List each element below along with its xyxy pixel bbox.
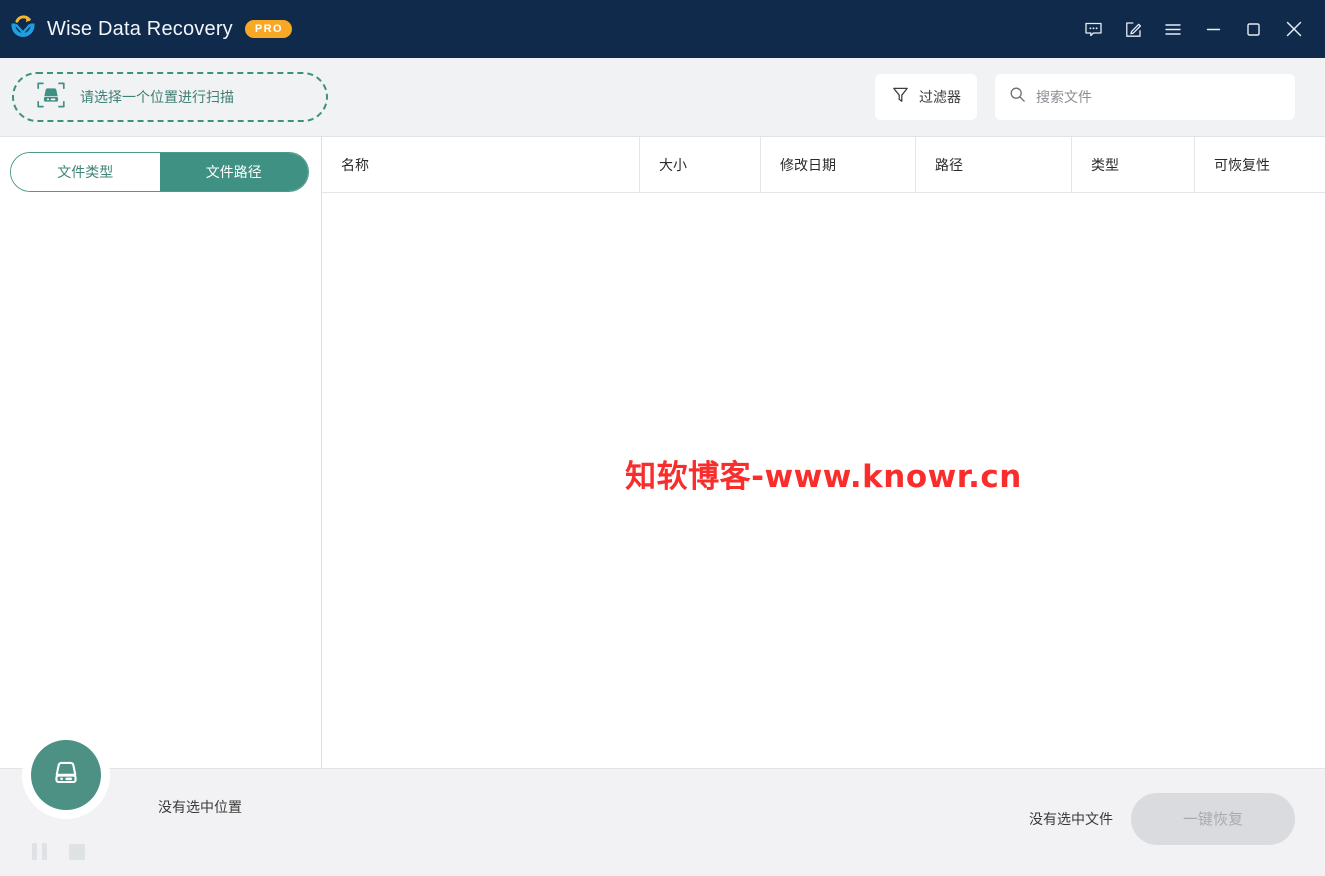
hamburger-menu-icon: [1163, 20, 1183, 39]
body-area: 文件类型 文件路径 名称 大小 修改日期 路径 类型 可恢复性 知软博客-www…: [0, 136, 1325, 768]
title-bar: Wise Data Recovery PRO: [0, 0, 1325, 58]
sidebar-tree-list[interactable]: [0, 192, 321, 768]
watermark-text: 知软博客-www.knowr.cn: [625, 459, 1022, 495]
feedback-button[interactable]: [1073, 0, 1113, 58]
tab-file-path[interactable]: 文件路径: [159, 153, 308, 191]
app-window: Wise Data Recovery PRO 请选择一个位置进行扫描 过滤器 搜…: [0, 0, 1325, 876]
scan-transport-controls: [32, 843, 85, 860]
toolbar: 请选择一个位置进行扫描 过滤器: [0, 58, 1325, 136]
minimize-button[interactable]: [1193, 0, 1233, 58]
scan-fab-wrapper: [22, 731, 110, 819]
filter-button[interactable]: 过滤器: [875, 74, 977, 120]
close-button[interactable]: [1273, 0, 1315, 58]
toolbar-right-group: 过滤器: [875, 74, 1295, 120]
table-header-row: 名称 大小 修改日期 路径 类型 可恢复性: [322, 136, 1325, 193]
chat-bubble-icon: [1084, 20, 1103, 39]
tab-file-type-label: 文件类型: [57, 164, 114, 180]
sidebar-view-toggle: 文件类型 文件路径: [10, 152, 309, 192]
search-input[interactable]: [1036, 89, 1281, 105]
funnel-icon: [891, 85, 910, 109]
footer-right-group: 没有选中文件 一键恢复: [1029, 792, 1295, 845]
column-header-recoverability[interactable]: 可恢复性: [1194, 136, 1325, 193]
drive-icon: [48, 755, 84, 796]
app-title: Wise Data Recovery: [47, 17, 233, 40]
edit-square-icon: [1124, 20, 1143, 39]
tab-file-type[interactable]: 文件类型: [11, 153, 160, 191]
file-table: 名称 大小 修改日期 路径 类型 可恢复性 知软博客-www.knowr.cn: [322, 136, 1325, 768]
maximize-square-icon: [1244, 20, 1263, 39]
tab-file-path-label: 文件路径: [205, 164, 262, 180]
file-status-text: 没有选中文件: [1029, 810, 1113, 827]
wise-logo-icon: [8, 14, 38, 44]
scan-location-label: 请选择一个位置进行扫描: [80, 89, 234, 105]
table-body: 知软博客-www.knowr.cn: [322, 193, 1325, 768]
sidebar: 文件类型 文件路径: [0, 137, 322, 768]
column-header-path[interactable]: 路径: [915, 136, 1071, 193]
footer: 没有选中位置 没有选中文件 一键恢复: [0, 768, 1325, 876]
column-header-name[interactable]: 名称: [322, 137, 639, 193]
stop-icon[interactable]: [69, 843, 85, 860]
column-header-size[interactable]: 大小: [639, 136, 760, 193]
search-box[interactable]: [995, 74, 1295, 120]
location-status-text: 没有选中位置: [158, 798, 242, 815]
recover-all-button[interactable]: 一键恢复: [1131, 792, 1295, 845]
window-controls: [1073, 0, 1325, 58]
column-header-type[interactable]: 类型: [1071, 136, 1194, 193]
filter-button-label: 过滤器: [919, 89, 961, 105]
search-icon: [1009, 86, 1026, 108]
scan-location-picker[interactable]: 请选择一个位置进行扫描: [12, 72, 328, 122]
menu-button[interactable]: [1153, 0, 1193, 58]
minimize-icon: [1204, 20, 1223, 39]
pro-badge: PRO: [244, 19, 292, 39]
brand: Wise Data Recovery PRO: [8, 14, 292, 44]
close-x-icon: [1283, 18, 1305, 40]
start-scan-button[interactable]: [31, 740, 101, 810]
pause-icon[interactable]: [32, 843, 47, 860]
drive-scan-icon: [36, 80, 66, 115]
notes-button[interactable]: [1113, 0, 1153, 58]
maximize-button[interactable]: [1233, 0, 1273, 58]
column-header-modified-date[interactable]: 修改日期: [760, 136, 915, 193]
